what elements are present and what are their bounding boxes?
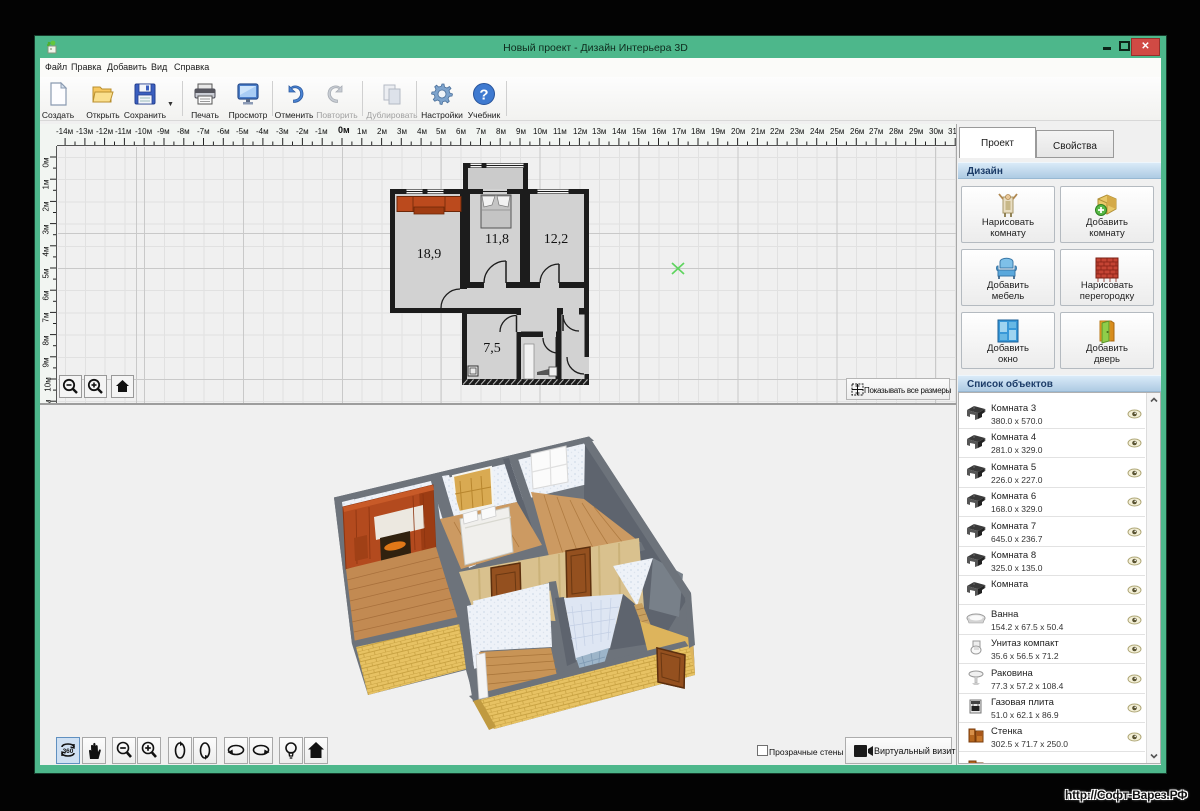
svg-text:18,9: 18,9 (417, 247, 442, 262)
svg-text:12,2: 12,2 (544, 232, 569, 247)
svg-text:7,5: 7,5 (483, 341, 501, 356)
svg-text:360: 360 (63, 748, 74, 755)
svg-text:?: ? (479, 87, 488, 104)
svg-text:11,8: 11,8 (485, 232, 509, 247)
